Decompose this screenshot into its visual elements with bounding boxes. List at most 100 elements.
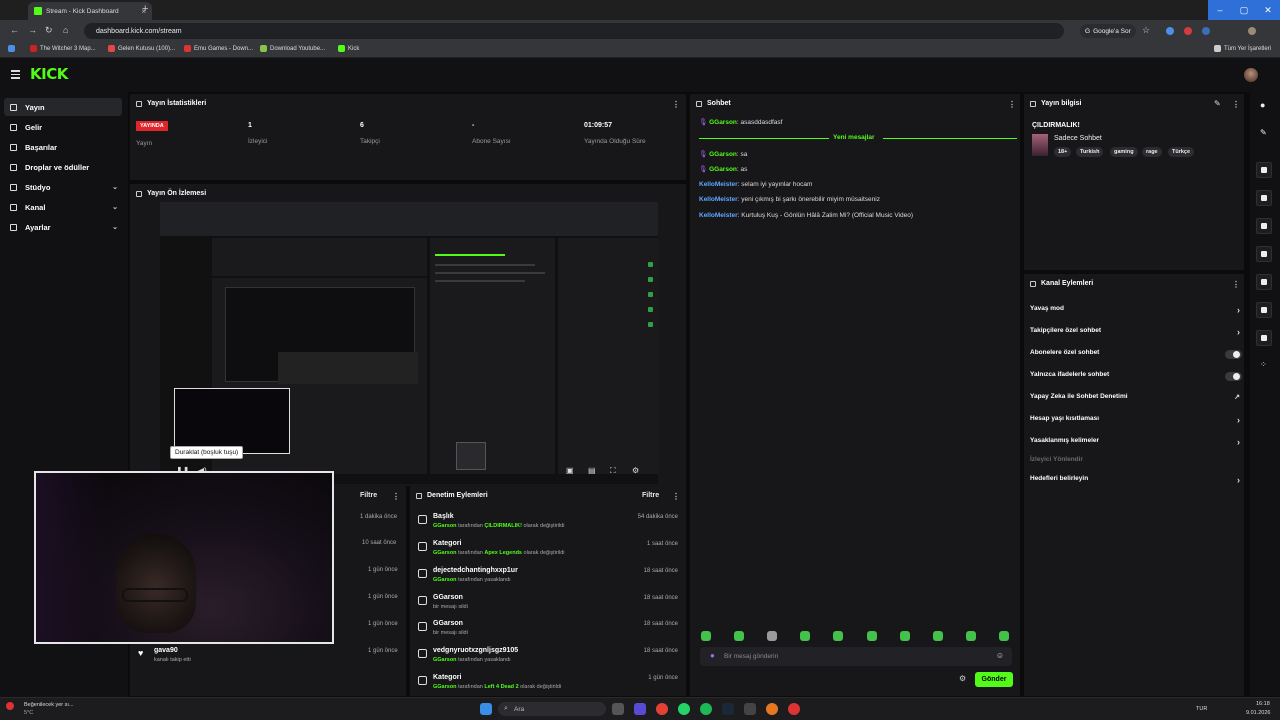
- bookmark-star-icon[interactable]: ☆: [1142, 25, 1150, 36]
- close-window-button[interactable]: ✕: [1256, 0, 1280, 20]
- action-set-goals[interactable]: Hedefleri belirleyin ›: [1030, 475, 1242, 489]
- kick-logo[interactable]: KICK: [30, 65, 68, 83]
- app-icon[interactable]: [744, 703, 756, 715]
- pip-icon[interactable]: ▣: [566, 466, 574, 475]
- action-subscribers-only-chat[interactable]: Abonelere özel sohbet: [1030, 349, 1242, 363]
- emote-icon[interactable]: [999, 631, 1009, 641]
- extension-icon[interactable]: [1202, 27, 1210, 35]
- sidebar-item-droplar[interactable]: Droplar ve ödüller: [4, 158, 122, 176]
- extension-icon[interactable]: [1184, 27, 1192, 35]
- url-field[interactable]: dashboard.kick.com/stream: [84, 23, 1064, 39]
- new-tab-icon[interactable]: +: [142, 3, 148, 15]
- webcam-overlay[interactable]: [34, 471, 334, 644]
- app-icon[interactable]: [634, 703, 646, 715]
- sidebar-item-kanal[interactable]: Kanal ⌄: [4, 198, 122, 216]
- chat-username[interactable]: GGarson: [709, 119, 737, 126]
- pencil-icon[interactable]: ✎: [1260, 128, 1267, 137]
- toggle-switch[interactable]: [1225, 350, 1242, 359]
- chat-username[interactable]: KelloMeister: [699, 196, 738, 203]
- more-icon[interactable]: ⋮: [672, 100, 680, 109]
- app-icon[interactable]: [788, 703, 800, 715]
- emote-icon[interactable]: [933, 631, 943, 641]
- action-ai-chat-moderation[interactable]: Yapay Zeka ile Sohbet Denetimi ↗: [1030, 393, 1242, 407]
- action-banned-words[interactable]: Yasaklanmış kelimeler ›: [1030, 437, 1242, 451]
- more-icon[interactable]: ⋮: [1232, 100, 1240, 109]
- bookmark-item[interactable]: Emu Games - Down...: [184, 45, 253, 52]
- lightning-icon[interactable]: [1256, 190, 1272, 206]
- fullscreen-icon[interactable]: ⛶: [610, 466, 616, 476]
- moderation-row[interactable]: GGarson bir mesajı sildi 18 saat önce: [416, 591, 682, 617]
- extension-icon[interactable]: [1166, 27, 1174, 35]
- moderation-row[interactable]: GGarson bir mesajı sildi 18 saat önce: [416, 617, 682, 643]
- emote-icon[interactable]: [900, 631, 910, 641]
- sidebar-item-studyo[interactable]: Stüdyo ⌄: [4, 178, 122, 196]
- bookmark-item[interactable]: The Witcher 3 Map...: [30, 45, 96, 52]
- emote-icon[interactable]: [767, 631, 777, 641]
- taskbar-search[interactable]: ⌕ Ara: [498, 702, 606, 716]
- emote-icon[interactable]: [833, 631, 843, 641]
- apps-icon[interactable]: [8, 45, 15, 52]
- clock-date[interactable]: 9.01.2026: [1246, 710, 1270, 716]
- stream-preview-video[interactable]: [160, 202, 658, 484]
- chat-bubble-icon[interactable]: [1256, 246, 1272, 262]
- sidebar-item-basarilar[interactable]: Başarılar: [4, 138, 122, 156]
- action-account-age-restriction[interactable]: Hesap yaşı kısıtlaması ›: [1030, 415, 1242, 429]
- moderator-name[interactable]: GGarson: [433, 577, 457, 583]
- whatsapp-icon[interactable]: [678, 703, 690, 715]
- more-icon[interactable]: ⋮: [672, 492, 680, 501]
- windows-start-icon[interactable]: [480, 703, 492, 715]
- action-redirect-viewers[interactable]: İzleyici Yönlendir: [1030, 456, 1242, 470]
- language-indicator[interactable]: TUR: [1196, 706, 1207, 712]
- spotify-icon[interactable]: [700, 703, 712, 715]
- more-icon[interactable]: ⋮: [1232, 280, 1240, 289]
- bookmark-item[interactable]: Gelen Kutusu (100)...: [108, 45, 175, 52]
- follower-username[interactable]: gava90: [154, 647, 178, 654]
- emote-icon[interactable]: [867, 631, 877, 641]
- stream-tag[interactable]: Turkish: [1076, 147, 1104, 157]
- back-icon[interactable]: ←: [10, 25, 19, 35]
- more-icon[interactable]: ⋮: [392, 492, 400, 501]
- broadcast-icon[interactable]: [1256, 274, 1272, 290]
- moderation-row[interactable]: Kategori GGarson tarafından Apex Legends…: [416, 537, 682, 563]
- emote-icon[interactable]: [701, 631, 711, 641]
- moderation-row[interactable]: Kategori GGarson tarafından Left 4 Dead …: [416, 671, 682, 697]
- stream-tag[interactable]: rage: [1142, 147, 1162, 157]
- chat-settings-icon[interactable]: ⚙: [959, 674, 966, 683]
- reload-icon[interactable]: ↻: [45, 25, 53, 36]
- maximize-button[interactable]: ▢: [1232, 0, 1256, 20]
- bookmark-item[interactable]: Download Youtube...: [260, 45, 325, 52]
- task-view-icon[interactable]: [612, 703, 624, 715]
- more-icon[interactable]: ⋮: [1008, 100, 1016, 109]
- chrome-icon[interactable]: [656, 703, 668, 715]
- sidebar-item-gelir[interactable]: Gelir: [4, 118, 122, 136]
- menu-icon[interactable]: [11, 70, 20, 81]
- google-sor-button[interactable]: G Google'a Sor: [1080, 24, 1136, 38]
- moderator-name[interactable]: GGarson: [433, 523, 457, 529]
- emote-icon[interactable]: [966, 631, 976, 641]
- moderation-row[interactable]: vedgnyruotxzgnljsgz9105 GGarson tarafınd…: [416, 644, 682, 670]
- browser-tab[interactable]: Stream - Kick Dashboard ×: [28, 2, 152, 20]
- emote-icon[interactable]: [734, 631, 744, 641]
- chat-username[interactable]: GGarson: [709, 166, 737, 173]
- emote-icon[interactable]: [800, 631, 810, 641]
- moderation-filter-button[interactable]: Filtre: [642, 492, 659, 499]
- mod-tools-icon[interactable]: [1256, 162, 1272, 178]
- moderation-row[interactable]: Başlık GGarson tarafından ÇILDIRMALIK! o…: [416, 510, 682, 536]
- chat-username[interactable]: KelloMeister: [699, 181, 738, 188]
- moderator-name[interactable]: GGarson: [433, 657, 457, 663]
- action-emote-only-chat[interactable]: Yalnızca ifadelerle sohbet: [1030, 371, 1242, 385]
- chat-username[interactable]: KelloMeister: [699, 212, 738, 219]
- bookmark-item[interactable]: Kick: [338, 45, 359, 52]
- document-icon[interactable]: [1256, 218, 1272, 234]
- action-followers-only-chat[interactable]: Takipçilere özel sohbet ›: [1030, 327, 1242, 341]
- edit-icon[interactable]: ✎: [1214, 99, 1221, 108]
- category-name[interactable]: Sadece Sohbet: [1054, 135, 1102, 142]
- toggle-switch[interactable]: [1225, 372, 1242, 381]
- moderator-name[interactable]: GGarson: [433, 684, 457, 690]
- profile-icon[interactable]: [1248, 27, 1256, 35]
- info-icon[interactable]: ●: [1260, 100, 1265, 110]
- moderator-name[interactable]: GGarson: [433, 550, 457, 556]
- minimize-button[interactable]: –: [1208, 0, 1232, 20]
- clock-time[interactable]: 16:18: [1256, 701, 1270, 707]
- avatar[interactable]: [1244, 68, 1258, 82]
